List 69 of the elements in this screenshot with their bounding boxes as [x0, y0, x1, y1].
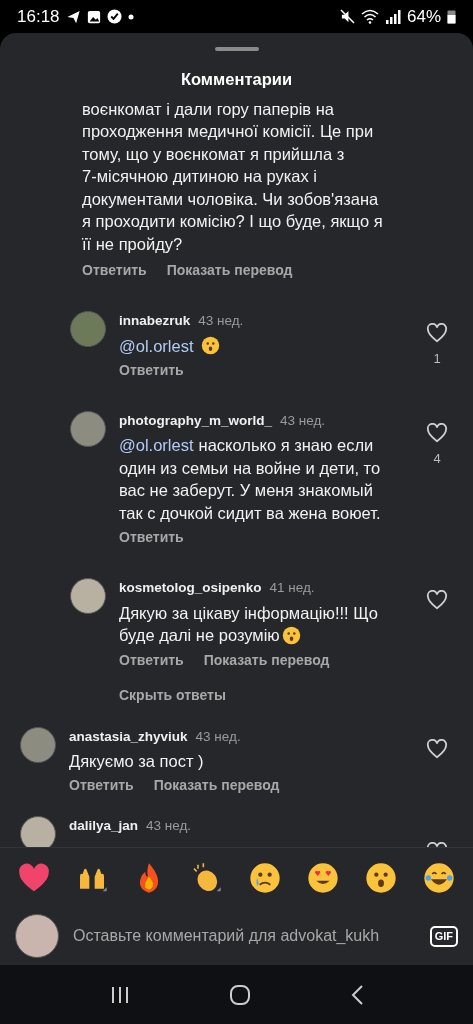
comment-time: 43 нед.: [195, 727, 241, 746]
comment-text: вас не заберут. У меня знакомый: [119, 480, 373, 502]
recent-apps-icon[interactable]: [109, 985, 130, 1004]
signal-icon: [384, 9, 401, 24]
send-icon: [65, 9, 81, 24]
reply-link[interactable]: Ответить: [69, 774, 134, 797]
mention-link[interactable]: @ol.orlest: [119, 434, 194, 457]
avatar-photo-placeholder[interactable]: [70, 411, 106, 447]
show-translation-link[interactable]: Показать перевод: [166, 259, 293, 282]
gif-button[interactable]: GIF: [429, 925, 458, 947]
comment-text: Дякуємо за пост ): [69, 750, 204, 772]
comment-text: воєнкомат і дали гору паперів на: [82, 98, 334, 120]
username[interactable]: innabezruk: [119, 311, 191, 332]
show-translation-link[interactable]: Показать перевод: [203, 648, 330, 671]
comment-text: документами чоловіка. Чи зобов'язана: [82, 188, 379, 210]
reply-link[interactable]: Ответить: [119, 359, 184, 381]
comment-text: 7-місячною дитиною на руках і: [82, 166, 317, 188]
hide-replies-link[interactable]: Скрыть ответы: [119, 684, 226, 706]
check-circle-icon: [106, 9, 122, 24]
mute-icon: [339, 9, 355, 24]
heart-emoji-icon[interactable]: [18, 862, 50, 893]
avatar-photo-placeholder[interactable]: [70, 578, 106, 615]
mention-link[interactable]: @ol.orlest: [119, 334, 194, 357]
like-heart-icon[interactable]: [426, 423, 448, 443]
surprised-emoji-icon[interactable]: [364, 861, 397, 894]
clock: 16:18: [17, 5, 60, 28]
sheet-title: Комментарии: [180, 69, 293, 90]
dot-icon: [127, 13, 134, 20]
comment-input-field[interactable]: Оставьте комментарий для advokat_kukh: [73, 924, 416, 948]
show-translation-link[interactable]: Показать перевод: [153, 774, 280, 797]
drag-handle[interactable]: [214, 47, 259, 51]
avatar-photo-placeholder[interactable]: [70, 311, 106, 348]
battery-percent: 64%: [406, 5, 441, 28]
comment-text: я проходити комісію? І що буде, якщо я: [82, 211, 383, 233]
username[interactable]: kosmetolog_osipenko: [119, 578, 262, 599]
avatar-photo-placeholder[interactable]: [20, 726, 56, 763]
comment-text: буде далі не розумію: [119, 625, 280, 646]
avatar-photo-placeholder[interactable]: [20, 816, 56, 847]
comment-time: 43 нед.: [198, 312, 244, 331]
wifi-icon: [360, 9, 379, 24]
heart-eyes-emoji-icon[interactable]: [306, 861, 339, 894]
laughing-emoji-icon[interactable]: [423, 861, 455, 894]
like-heart-icon[interactable]: [426, 590, 448, 611]
comment-text: проходження медичної комісії. Це при: [82, 121, 374, 143]
comment-text: Дякую за цікаву інформацію!!! Що: [119, 602, 378, 624]
comment-text: її не пройду?: [82, 233, 183, 255]
home-icon[interactable]: [228, 983, 251, 1006]
image-icon: [86, 9, 101, 24]
reply-link[interactable]: Ответить: [119, 526, 184, 549]
like-count: 4: [433, 450, 441, 468]
comment-time: 43 нед.: [280, 412, 326, 430]
like-count: 1: [433, 350, 441, 369]
reply-link[interactable]: Ответить: [119, 648, 184, 671]
like-heart-icon[interactable]: [426, 323, 448, 344]
battery-icon: [447, 9, 456, 24]
comment-time: 43 нед.: [146, 817, 192, 836]
username[interactable]: dalilya_jan: [69, 816, 139, 837]
comment-text: один из семьи на войне и дети, то: [119, 457, 381, 479]
comment-time: 41 нед.: [269, 579, 315, 598]
like-heart-icon[interactable]: [426, 738, 448, 759]
username[interactable]: photography_m_world_: [119, 411, 272, 432]
comment-text: тому, що у воєнкомат я прийшла з: [82, 143, 345, 165]
comment-text: так с дочкой сидит ва жена воюет.: [119, 502, 381, 524]
reply-link[interactable]: Ответить: [82, 259, 147, 282]
comment-text: насколько я знаю если: [198, 435, 374, 457]
avatar-photo-placeholder[interactable]: [15, 914, 59, 958]
crying-emoji-icon[interactable]: [248, 861, 281, 894]
back-icon[interactable]: [349, 983, 364, 1006]
username[interactable]: anastasia_zhyviuk: [69, 726, 188, 747]
